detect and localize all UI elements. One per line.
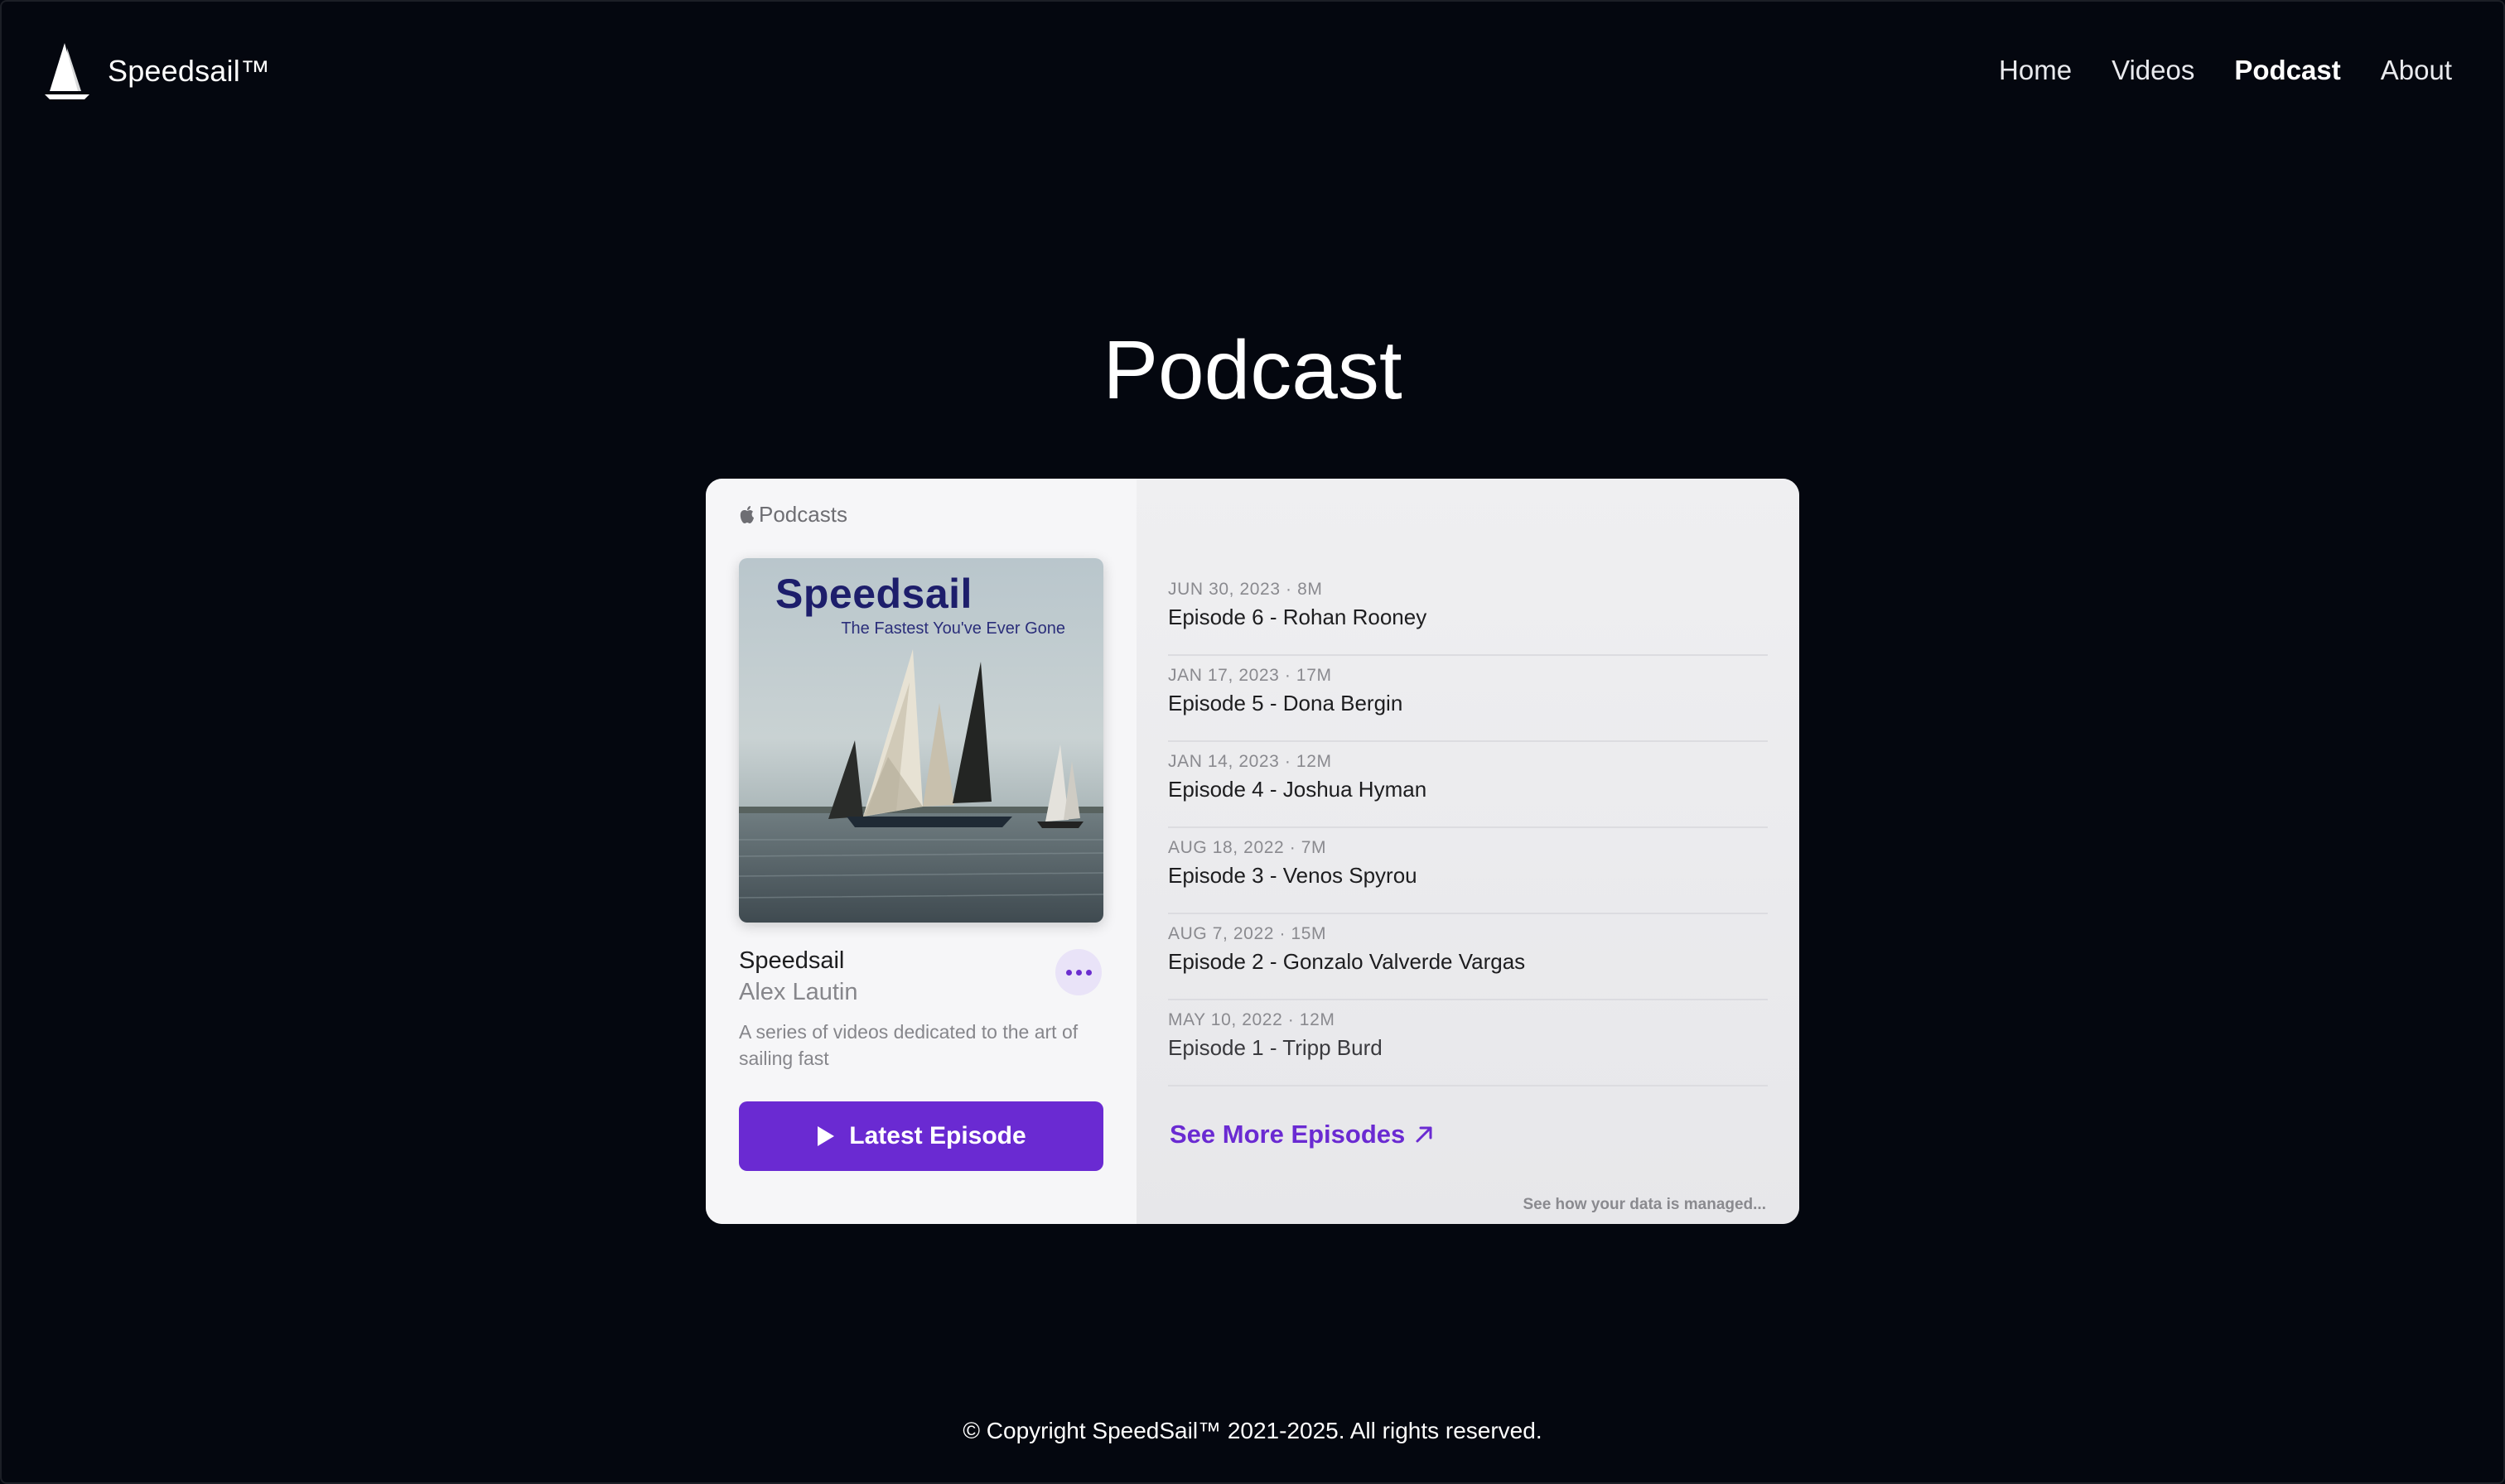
episode-row[interactable]: JAN 14, 2023 · 12M Episode 4 - Joshua Hy… (1168, 742, 1768, 828)
nav-podcast[interactable]: Podcast (2234, 55, 2340, 86)
episode-row[interactable]: AUG 18, 2022 · 7M Episode 3 - Venos Spyr… (1168, 828, 1768, 914)
episode-row[interactable]: MAY 10, 2022 · 12M Episode 1 - Tripp Bur… (1168, 1000, 1768, 1086)
apple-podcasts-logo[interactable]: Podcasts (739, 502, 847, 528)
episode-title: Episode 5 - Dona Bergin (1168, 691, 1403, 716)
artwork-title: Speedsail (775, 571, 973, 617)
nav-videos[interactable]: Videos (2112, 55, 2194, 86)
sailboat-logo-icon (45, 43, 89, 99)
podcast-artwork[interactable]: Speedsail The Fastest You've Ever Gone (739, 558, 1103, 923)
arrow-up-right-icon (1416, 1126, 1432, 1143)
episode-title: Episode 1 - Tripp Burd (1168, 1035, 1383, 1060)
podcast-embed: Podcasts Speedsail The Fastest You've Ev… (706, 479, 1799, 1224)
episode-list: JUN 30, 2023 · 8M Episode 6 - Rohan Roon… (1168, 570, 1768, 1086)
main-nav: Home Videos Podcast About (1999, 55, 2452, 86)
provider-label: Podcasts (759, 502, 847, 527)
footer-copyright: © Copyright SpeedSail™ 2021-2025. All ri… (963, 1418, 1542, 1443)
nav-home[interactable]: Home (1999, 55, 2072, 86)
show-author[interactable]: Alex Lautin (739, 979, 858, 1006)
embed-show-panel: Podcasts Speedsail The Fastest You've Ev… (706, 479, 1137, 1224)
episode-row[interactable]: AUG 7, 2022 · 15M Episode 2 - Gonzalo Va… (1168, 914, 1768, 1000)
episode-meta: AUG 18, 2022 · 7M (1168, 838, 1327, 857)
episode-meta: JUN 30, 2023 · 8M (1168, 580, 1323, 599)
artwork-subtitle: The Fastest You've Ever Gone (841, 619, 1065, 638)
data-management-link[interactable]: See how your data is managed... (1523, 1196, 1766, 1214)
see-more-label: See More Episodes (1170, 1120, 1406, 1149)
page-title: Podcast (1103, 324, 1402, 417)
more-options-button[interactable] (1055, 949, 1102, 995)
episode-meta: AUG 7, 2022 · 15M (1168, 924, 1327, 943)
more-dot-icon (1085, 969, 1092, 976)
episode-title: Episode 4 - Joshua Hyman (1168, 777, 1427, 802)
nav-about[interactable]: About (2381, 55, 2452, 86)
episode-title: Episode 2 - Gonzalo Valverde Vargas (1168, 949, 1526, 974)
episode-row[interactable]: JUN 30, 2023 · 8M Episode 6 - Rohan Roon… (1168, 570, 1768, 656)
episode-meta: JAN 14, 2023 · 12M (1168, 752, 1332, 771)
show-description: A series of videos dedicated to the art … (739, 1021, 1079, 1069)
episode-title: Episode 6 - Rohan Rooney (1168, 605, 1427, 629)
brand-home-link[interactable]: Speedsail™ (41, 40, 270, 103)
episode-meta: JAN 17, 2023 · 17M (1168, 666, 1332, 685)
show-name[interactable]: Speedsail (739, 947, 844, 975)
more-dot-icon (1065, 969, 1072, 976)
play-icon (818, 1126, 835, 1146)
apple-icon (740, 505, 754, 523)
see-more-episodes-link[interactable]: See More Episodes (1170, 1120, 1435, 1149)
episode-row[interactable]: JAN 17, 2023 · 17M Episode 5 - Dona Berg… (1168, 656, 1768, 742)
embed-episodes-panel: JUN 30, 2023 · 8M Episode 6 - Rohan Roon… (1137, 479, 1799, 1224)
latest-episode-button[interactable]: Latest Episode (739, 1101, 1103, 1171)
episode-meta: MAY 10, 2022 · 12M (1168, 1010, 1335, 1029)
more-dot-icon (1075, 969, 1082, 976)
latest-episode-label: Latest Episode (849, 1122, 1026, 1149)
episode-title: Episode 3 - Venos Spyrou (1168, 863, 1417, 888)
brand-name: Speedsail™ (108, 54, 271, 88)
